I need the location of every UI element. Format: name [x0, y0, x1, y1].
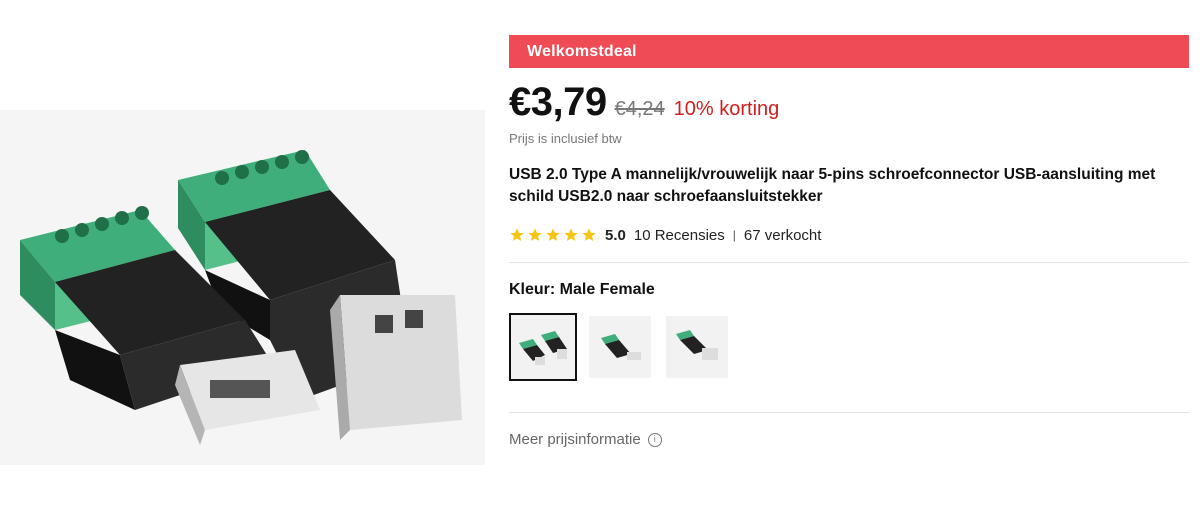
variant-option-female-adapter[interactable]: [666, 316, 728, 378]
product-image[interactable]: [0, 110, 485, 465]
current-price: €3,79: [509, 80, 607, 124]
variant-option-both-adapters[interactable]: [509, 313, 577, 381]
usb-screw-terminal-adapter-image: [20, 150, 462, 445]
product-title: USB 2.0 Type A mannelijk/vrouwelijk naar…: [509, 166, 1156, 205]
variant-option-male-adapter[interactable]: [589, 316, 651, 378]
discount-label: 10% korting: [673, 98, 780, 120]
info-icon: i: [647, 432, 662, 447]
more-price-info-label: Meer prijsinformatie: [509, 431, 641, 448]
sold-count: 67 verkocht: [743, 226, 822, 244]
star-icon: [528, 228, 542, 241]
rating-separator: |: [732, 228, 736, 242]
divider: [509, 262, 1189, 263]
star-icon: [546, 228, 560, 241]
star-icon: [510, 228, 524, 241]
more-price-info-link[interactable]: Meer prijsinformatie i: [509, 431, 662, 448]
divider: [509, 412, 1189, 413]
variant-label: Kleur: Male Female: [509, 281, 655, 298]
original-price: €4,24: [614, 98, 665, 120]
rating-row[interactable]: 5.0 10 Recensies | 67 verkocht: [509, 225, 821, 245]
welcome-deal-banner: Welkomstdeal: [509, 35, 1189, 68]
tax-note: Prijs is inclusief btw: [509, 131, 622, 146]
rating-stars: [509, 227, 597, 243]
star-icon: [564, 228, 578, 241]
rating-score: 5.0: [605, 226, 626, 244]
price-row: €3,79 €4,24 10% korting: [509, 80, 779, 130]
star-icon: [582, 228, 596, 241]
review-count-link[interactable]: 10 Recensies: [634, 227, 725, 244]
